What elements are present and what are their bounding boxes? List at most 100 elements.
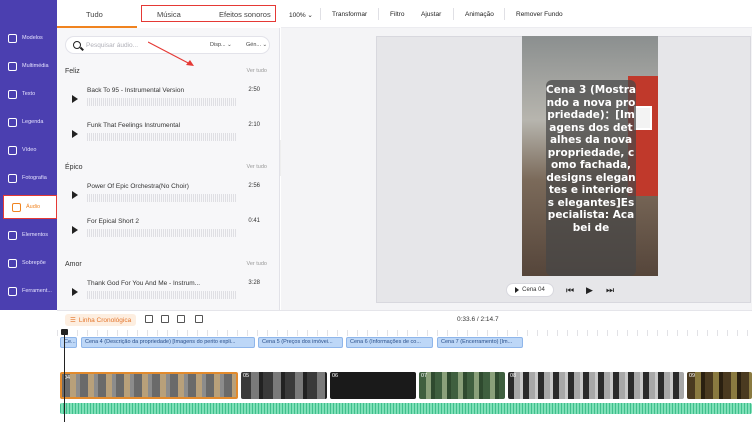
split-icon[interactable] — [161, 315, 169, 323]
nav-item-subtitle[interactable]: Legenda — [0, 110, 57, 134]
remove-background-button[interactable]: Remover Fundo — [516, 11, 563, 18]
templates-icon — [8, 33, 17, 43]
audio-tabs: Tudo Música Efeitos sonoros — [57, 0, 280, 28]
divider — [504, 8, 505, 20]
play-icon[interactable] — [72, 226, 78, 234]
scene-tag[interactable]: Cena 4 (Descrição da propriedade) [Image… — [81, 337, 255, 348]
timeline-clip[interactable]: 08 — [508, 372, 684, 399]
text-icon — [8, 89, 17, 99]
divider — [453, 8, 454, 20]
audio-track[interactable] — [60, 403, 752, 414]
photo-icon — [8, 173, 17, 183]
nav-item-photo[interactable]: Fotografia — [0, 166, 57, 190]
timeline: ☰ Linha Cronológica 0:33.6 / 2:14.7 Ce..… — [57, 310, 752, 422]
nav-item-text[interactable]: Texto — [0, 82, 57, 106]
list-item[interactable]: Thank God For You And Me - Instrum... 3:… — [65, 277, 270, 307]
left-nav: Modelos Multimédia Texto Legenda Vídeo F… — [0, 0, 57, 310]
animation-button[interactable]: Animação — [465, 11, 494, 18]
media-icon — [8, 61, 17, 71]
previous-icon[interactable]: ⏮ — [566, 285, 574, 295]
overlay-icon — [8, 258, 17, 268]
video-track: 04 05 06 07 08 09 — [58, 372, 752, 399]
waveform — [87, 133, 237, 141]
track-name: Funk That Feelings Instrumental — [87, 122, 181, 129]
timeline-clip[interactable]: 09 — [687, 372, 752, 399]
video-preview[interactable]: Cena 3 (Mostrando a nova propriedade)：[I… — [522, 36, 658, 276]
scene-tag[interactable]: Cena 5 (Preços dos imóvei... — [258, 337, 343, 348]
next-icon[interactable]: ⏭ — [606, 285, 614, 295]
subtitle-icon — [8, 117, 17, 127]
genre-dropdown[interactable]: Gén... ⌄ — [246, 42, 267, 48]
preview-stage: Cena 3 (Mostrando a nova propriedade)：[I… — [281, 28, 752, 310]
nav-item-audio[interactable]: Áudio — [3, 195, 57, 219]
search-icon — [73, 41, 81, 49]
nav-item-elements[interactable]: Elementos — [0, 223, 57, 247]
filter-button[interactable]: Filtro — [390, 11, 404, 18]
zoom-select[interactable]: 100% ⌄ — [289, 11, 313, 19]
track-name: Back To 95 - Instrumental Version — [87, 87, 185, 94]
tab-music[interactable]: Música — [157, 10, 181, 19]
waveform — [87, 194, 237, 202]
duplicate-icon[interactable] — [177, 315, 185, 323]
divider — [378, 8, 379, 20]
search-input[interactable] — [86, 40, 186, 51]
nav-item-overlay[interactable]: Sobrepõe — [0, 251, 57, 275]
waveform — [87, 229, 237, 237]
play-icon[interactable] — [72, 191, 78, 199]
list-item[interactable]: Funk That Feelings Instrumental 2:10 — [65, 119, 270, 149]
add-icon[interactable] — [145, 315, 153, 323]
play-icon[interactable] — [72, 95, 78, 103]
scene-play-button[interactable]: Cena 04 — [506, 283, 554, 297]
scene-caption[interactable]: Cena 3 (Mostrando a nova propriedade)：[I… — [546, 84, 636, 234]
track-duration: 0:41 — [248, 218, 260, 224]
see-all-link[interactable]: Ver tudo — [247, 261, 268, 267]
transform-button[interactable]: Transformar — [332, 11, 367, 18]
tab-all[interactable]: Tudo — [86, 10, 103, 19]
play-icon[interactable]: ▶ — [586, 285, 593, 295]
track-duration: 3:28 — [248, 280, 260, 286]
play-icon[interactable] — [72, 288, 78, 296]
list-item[interactable]: Power Of Epic Orchestra(No Choir) 2:56 — [65, 180, 270, 210]
waveform — [87, 98, 237, 106]
timeline-clip[interactable]: 07 — [419, 372, 505, 399]
track-name: For Epical Short 2 — [87, 218, 140, 225]
section-title-epico: Épico — [65, 164, 83, 171]
adjust-button[interactable]: Ajustar — [421, 11, 441, 18]
list-item[interactable]: Back To 95 - Instrumental Version 2:50 — [65, 84, 270, 114]
track-name: Power Of Epic Orchestra(No Choir) — [87, 183, 189, 190]
track-duration: 2:10 — [248, 122, 260, 128]
track-name: Thank God For You And Me - Instrum... — [87, 280, 201, 287]
waveform — [87, 291, 237, 299]
chevron-down-icon: ⌄ — [305, 12, 313, 19]
nav-item-tools[interactable]: Ferrament... — [0, 279, 57, 303]
scene-tag[interactable]: Cena 7 (Encerramento) [Im... — [437, 337, 523, 348]
tools-icon — [8, 286, 17, 296]
playhead[interactable] — [61, 329, 68, 422]
timeline-clip[interactable]: 06 — [330, 372, 416, 399]
search-bar: Disp... ⌄ Gén... ⌄ — [65, 36, 270, 54]
play-icon[interactable] — [72, 130, 78, 138]
availability-dropdown[interactable]: Disp... ⌄ — [210, 42, 232, 48]
tab-sound-effects[interactable]: Efeitos sonoros — [219, 10, 271, 19]
see-all-link[interactable]: Ver tudo — [247, 164, 268, 170]
section-title-amor: Amor — [65, 261, 82, 268]
audio-panel: Tudo Música Efeitos sonoros Disp... ⌄ Gé… — [57, 0, 280, 310]
scene-tag[interactable]: Ce... — [60, 337, 77, 348]
nav-item-templates[interactable]: Modelos — [0, 26, 57, 50]
player-controls: Cena 04 ⏮ ▶ ⏭ — [506, 283, 626, 299]
track-duration: 2:50 — [248, 87, 260, 93]
nav-item-video[interactable]: Vídeo — [0, 138, 57, 162]
elements-icon — [8, 230, 17, 240]
delete-icon[interactable] — [195, 315, 203, 323]
divider — [320, 8, 321, 20]
timeline-label[interactable]: ☰ Linha Cronológica — [65, 314, 137, 326]
chevron-down-icon: ⌄ — [262, 42, 268, 48]
video-icon — [8, 145, 17, 155]
timeline-time: 0:33.6 / 2:14.7 — [457, 316, 499, 323]
see-all-link[interactable]: Ver tudo — [247, 68, 268, 74]
timeline-clip[interactable]: 05 — [241, 372, 327, 399]
list-item[interactable]: For Epical Short 2 0:41 — [65, 215, 270, 245]
nav-item-media[interactable]: Multimédia — [0, 54, 57, 78]
scene-tag[interactable]: Cena 6 (Informações de co... — [346, 337, 433, 348]
timeline-clip[interactable]: 04 — [60, 372, 238, 399]
